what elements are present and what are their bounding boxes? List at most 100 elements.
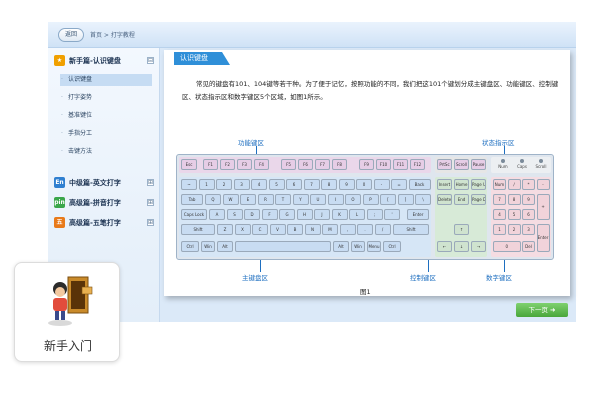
keyboard-key: 0 [356,179,372,190]
sidebar-section-label: 新手篇-认识键盘 [69,57,121,65]
keyboard-key: Win [201,241,215,252]
beginner-guide-button[interactable]: 新手入门 [14,262,120,362]
keyboard-key: ↑ [454,224,469,235]
sidebar-section[interactable]: pin 高级篇-拼音打字 ⊞ [54,196,154,210]
keyboard-key: Scroll [454,159,469,170]
keyboard-key: 6 [286,179,302,190]
keyboard-key: 8 [321,179,337,190]
keyboard-key: ; [366,209,383,220]
keyboard-key: 4 [493,209,506,220]
keyboard-key: [ [380,194,396,205]
pin-icon: pin [54,197,65,208]
expand-toggle-icon[interactable]: ⊞ [147,179,154,186]
keyboard-key: Shift [393,224,429,235]
top-bar: 返回 首页 > 打字教程 [48,22,576,48]
keyboard-key: I [327,194,344,205]
keyboard-key: 5 [268,179,285,190]
keyboard-key: F [261,209,278,220]
expand-toggle-icon[interactable]: ⊞ [147,199,154,206]
sidebar-sub-item[interactable]: 基准键位 [60,110,152,122]
keyboard-key: 2 [507,224,521,235]
lightbulb-icon: ★ [54,55,65,66]
keyboard-key: Enter [407,209,429,220]
keyboard-key: Delete [437,194,452,205]
keyboard-key: 7 [493,194,506,205]
callout-main-keys: 主键盘区 [242,274,268,282]
keyboard-key: → [471,241,486,252]
keyboard-key: F4 [254,159,269,170]
keyboard-key: F2 [220,159,235,170]
keyboard-key: Alt [333,241,349,252]
keyboard-key: K [331,209,348,220]
lesson-card: 认识键盘 常见的键盘有101、104键等若干种。为了便于记忆，按照功能的不同，我… [164,50,570,296]
keyboard-key: Win [351,241,365,252]
keyboard-key: 5 [507,209,521,220]
keyboard-key: D [244,209,260,220]
keyboard-key: Page Up [471,179,486,190]
beginner-door-icon [48,276,93,326]
sidebar-section[interactable]: ★ 新手篇-认识键盘 ⊟ [54,54,154,68]
expand-toggle-icon[interactable]: ⊟ [147,57,154,64]
keyboard-key: * [522,179,535,190]
keyboard-key: F6 [298,159,313,170]
sidebar-section[interactable]: 五高级篇-五笔打字 ⊞ [54,216,154,230]
keyboard-key: 6 [522,209,535,220]
keyboard-key: ' [384,209,400,220]
keyboard-key: . [357,224,373,235]
keyboard-key: Pause [471,159,486,170]
next-page-button[interactable]: 下一页 ➜ [516,303,568,317]
keyboard-key: Back [408,179,431,190]
sidebar-sub-item[interactable]: 认识键盘 [60,74,152,86]
keyboard-key: Enter [536,224,550,252]
status-light: Num [495,159,511,170]
sidebar-sub-item[interactable]: 击键方法 [60,146,152,158]
keyboard-key: S [226,209,243,220]
keyboard-key: Del [522,241,535,252]
keyboard-key: H [296,209,313,220]
keyboard-key: / [374,224,391,235]
status-light: Scroll [533,159,549,170]
status-light: Caps [514,159,530,170]
sidebar-section-label: 高级篇-拼音打字 [69,199,121,207]
keyboard-key: F10 [376,159,391,170]
breadcrumb: 首页 > 打字教程 [90,32,135,39]
sidebar-section[interactable]: En 中级篇-英文打字 ⊞ [54,176,154,190]
keyboard-key: F11 [393,159,408,170]
main-content: 认识键盘 常见的键盘有101、104键等若干种。为了便于记忆，按照功能的不同，我… [162,48,576,322]
keyboard-key: End [454,194,469,205]
keyboard-diagram: Esc F1 F2 F3 F4 F5 F6 F7 F8 F9 F10 F11 F12 PrtSc Scrol… [176,154,554,260]
keyboard-key: \ [415,194,431,205]
keyboard-key: Caps Lock [181,209,207,220]
figure-caption: 图1 [360,288,371,296]
keyboard-key: Q [205,194,221,205]
keyboard-key: E [240,194,256,205]
keyboard-key: F9 [359,159,374,170]
keyboard-key: A [209,209,225,220]
callout-control-keys: 控制键区 [410,274,436,282]
sidebar-sub-item[interactable]: 手指分工 [60,128,152,140]
keyboard-key: F7 [315,159,330,170]
keyboard-key: 9 [338,179,355,190]
keyboard-key: 4 [251,179,267,190]
callout-line [260,260,261,272]
keyboard-key: Menu [367,241,381,252]
keyboard-key: Insert [437,179,452,190]
keyboard-key: 3 [233,179,250,190]
keyboard-key: 0 [493,241,521,252]
keyboard-key: ~ [181,179,197,190]
keyboard-key: R [257,194,274,205]
expand-toggle-icon[interactable]: ⊞ [147,219,154,226]
keyboard-key: 1 [198,179,215,190]
keyboard-key: W [222,194,239,205]
keyboard-key: U [310,194,326,205]
keyboard-key: F12 [410,159,425,170]
sidebar-sub-item[interactable]: 打字姿势 [60,92,152,104]
wubi-icon: 五 [54,217,65,228]
back-button[interactable]: 返回 [58,28,84,42]
lesson-tab[interactable]: 认识键盘 [174,52,230,65]
typing-tutorial-window: 返回 首页 > 打字教程 ★ 新手篇-认识键盘 ⊟ En 中级篇-英文打字 ⊞ pin 高级篇… [48,22,576,322]
callout-line [428,260,429,272]
sidebar-section-label: 中级篇-英文打字 [69,179,121,187]
keyboard-key: + [536,194,550,220]
callout-line [504,260,505,272]
